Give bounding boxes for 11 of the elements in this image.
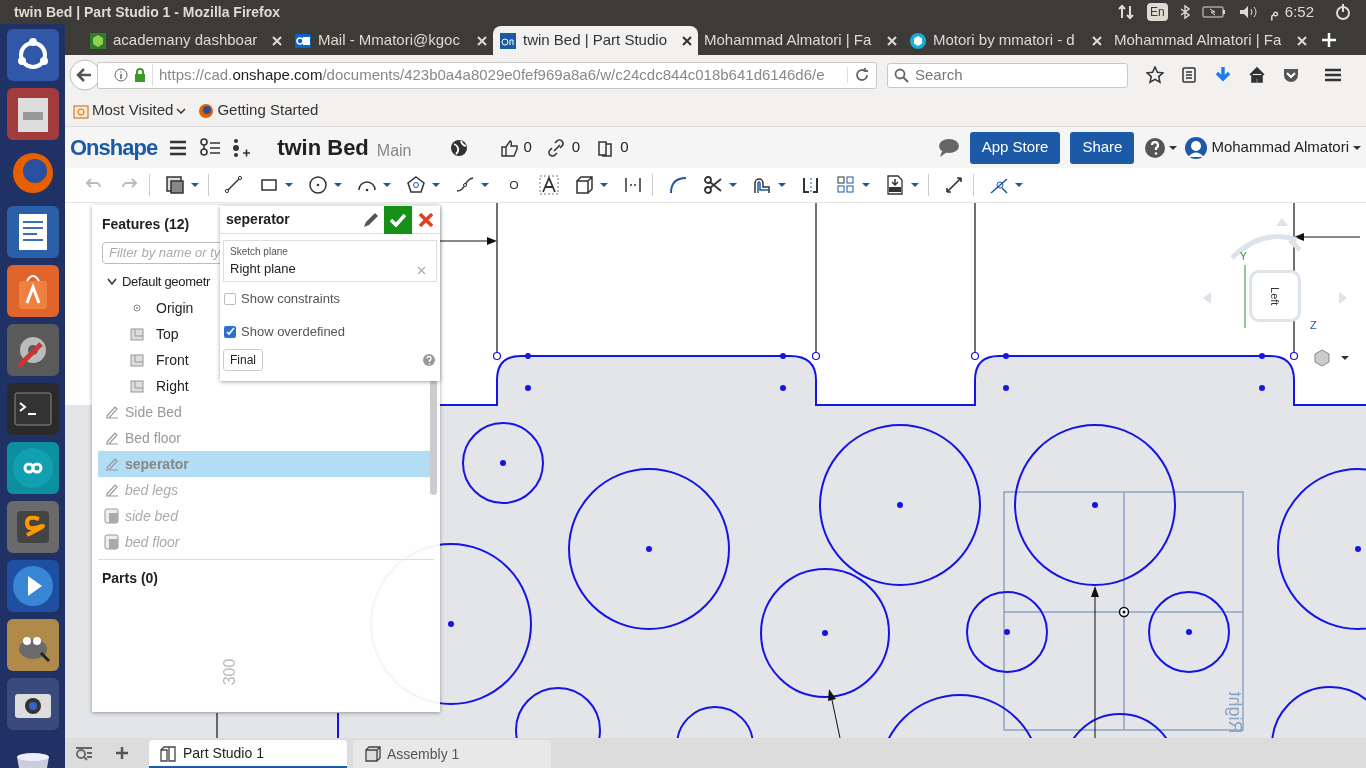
link-count: 0: [571, 137, 581, 158]
panel-title: Features (12): [102, 215, 190, 234]
window-title: twin Bed | Part Studio 1 - Mozilla Firefox: [14, 2, 281, 22]
dialog-title: seperator: [226, 210, 290, 229]
like-count: 0: [523, 137, 532, 158]
axis-label: Z: [1310, 318, 1317, 333]
dimension-label: 300: [220, 658, 240, 686]
axis-label: Y: [1240, 250, 1247, 264]
plane-label: Right: [1223, 691, 1246, 734]
section-title: Parts (0): [102, 569, 159, 588]
copy-count: 0: [620, 137, 629, 158]
